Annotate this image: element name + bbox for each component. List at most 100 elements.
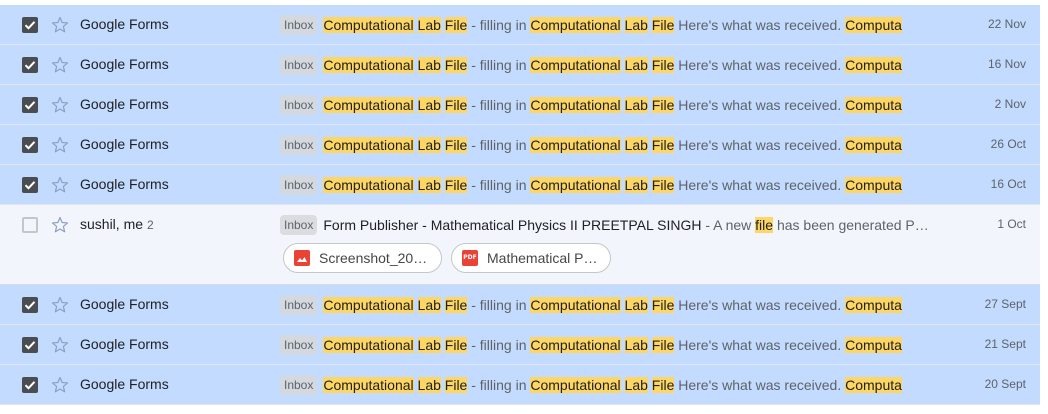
snippet-text: Here's what was received. (674, 297, 846, 313)
email-snippet: Computational Lab File Here's what was r… (530, 177, 902, 193)
checkbox-checked[interactable] (22, 57, 38, 73)
checkbox-checked[interactable] (22, 337, 38, 353)
email-preview: Inbox Computational Lab File - filling in… (280, 374, 940, 396)
inbox-label[interactable]: Inbox (280, 335, 318, 355)
star-icon[interactable] (51, 56, 69, 74)
inbox-label[interactable]: Inbox (280, 175, 318, 195)
search-highlight: File (444, 137, 468, 153)
email-date: 16 Nov (987, 57, 1026, 71)
email-row[interactable]: Google Forms Inbox Computational Lab File … (0, 165, 1040, 205)
sender-name: Google Forms (80, 136, 169, 152)
email-preview: Inbox Computational Lab File - filling in… (280, 134, 940, 156)
search-highlight: Computational (530, 377, 621, 393)
snippet-text: Here's what was received. (674, 337, 846, 353)
snippet-text: Here's what was received. (674, 177, 846, 193)
snippet-text: - filling in (467, 97, 531, 113)
email-row[interactable]: Google Forms Inbox Computational Lab File … (0, 125, 1040, 165)
sender-label: Google Forms (80, 16, 169, 32)
snippet-text: Here's what was received. (674, 97, 846, 113)
search-highlight: File (651, 17, 675, 33)
attachment-chip[interactable]: PDF Mathematical P… (451, 243, 611, 273)
snippet-text: Here's what was received. (674, 377, 846, 393)
email-list: Google Forms Inbox Computational Lab File … (0, 5, 1040, 405)
image-icon (294, 250, 310, 266)
star-icon[interactable] (51, 176, 69, 194)
sender-label: Google Forms (80, 376, 169, 392)
search-highlight: Computa (845, 57, 902, 73)
star-icon[interactable] (51, 16, 69, 34)
sender-label: Google Forms (80, 96, 169, 112)
email-row[interactable]: Google Forms Inbox Computational Lab File … (0, 45, 1040, 85)
inbox-label[interactable]: Inbox (280, 215, 318, 235)
star-icon[interactable] (51, 296, 69, 314)
inbox-label[interactable]: Inbox (280, 375, 318, 395)
search-highlight: Computa (845, 177, 902, 193)
checkbox-checked[interactable] (22, 17, 38, 33)
email-row[interactable]: Google Forms Inbox Computational Lab File … (0, 325, 1040, 365)
star-icon[interactable] (51, 336, 69, 354)
star-icon[interactable] (51, 376, 69, 394)
email-subject: Computational Lab File (323, 337, 468, 353)
search-highlight: Lab (417, 297, 441, 313)
search-highlight: Computational (530, 17, 621, 33)
search-highlight: Lab (624, 297, 648, 313)
email-subject: Computational Lab File (323, 297, 468, 313)
email-subject: Computational Lab File (323, 97, 468, 113)
email-preview: Inbox Computational Lab File - filling in… (280, 94, 940, 116)
email-subject: Computational Lab File (323, 377, 468, 393)
snippet-text: - filling in (467, 297, 531, 313)
search-highlight: File (651, 137, 675, 153)
email-row[interactable]: sushil, me 2 Inbox Form Publisher - Mathema… (0, 205, 1040, 285)
star-icon[interactable] (51, 136, 69, 154)
checkbox-checked[interactable] (22, 177, 38, 193)
star-icon[interactable] (51, 216, 69, 234)
inbox-label[interactable]: Inbox (280, 55, 318, 75)
search-highlight: Computa (845, 137, 902, 153)
snippet-text: Here's what was received. (674, 137, 846, 153)
search-highlight: File (444, 377, 468, 393)
checkbox-unchecked[interactable] (22, 217, 38, 233)
email-snippet: - A new file has been generated P… (701, 217, 929, 233)
email-subject: Computational Lab File (323, 177, 468, 193)
sender-name: Google Forms (80, 176, 169, 192)
email-row[interactable]: Google Forms Inbox Computational Lab File … (0, 365, 1040, 405)
search-highlight: Lab (417, 377, 441, 393)
search-highlight: File (651, 97, 675, 113)
checkbox-checked[interactable] (22, 377, 38, 393)
checkbox-checked[interactable] (22, 97, 38, 113)
checkbox-checked[interactable] (22, 297, 38, 313)
search-highlight: Lab (624, 137, 648, 153)
snippet-text: - filling in (467, 57, 531, 73)
inbox-label[interactable]: Inbox (280, 135, 318, 155)
email-snippet: Computational Lab File Here's what was r… (530, 57, 902, 73)
sender-name: sushil, me 2 (80, 216, 154, 232)
inbox-label[interactable]: Inbox (280, 95, 318, 115)
snippet-text: has been generated P… (773, 217, 929, 233)
search-highlight: Lab (624, 97, 648, 113)
sender-label: Google Forms (80, 296, 169, 312)
inbox-label[interactable]: Inbox (280, 295, 318, 315)
checkbox-checked[interactable] (22, 137, 38, 153)
search-highlight: Lab (624, 57, 648, 73)
inbox-label[interactable]: Inbox (280, 15, 318, 35)
email-date: 26 Oct (990, 137, 1026, 151)
attachment-name: Mathematical P… (487, 250, 598, 266)
search-highlight: Lab (624, 337, 648, 353)
thread-count: 2 (147, 218, 154, 232)
search-highlight: File (444, 297, 468, 313)
email-snippet: Computational Lab File Here's what was r… (530, 17, 902, 33)
search-highlight: Lab (417, 337, 441, 353)
search-highlight: File (651, 297, 675, 313)
star-icon[interactable] (51, 96, 69, 114)
search-highlight: file (755, 217, 774, 233)
sender-name: Google Forms (80, 96, 169, 112)
search-highlight: Computational (323, 377, 414, 393)
attachment-chip[interactable]: Screenshot_20… (283, 243, 442, 273)
email-row[interactable]: Google Forms Inbox Computational Lab File … (0, 85, 1040, 125)
email-row[interactable]: Google Forms Inbox Computational Lab File … (0, 285, 1040, 325)
email-row[interactable]: Google Forms Inbox Computational Lab File … (0, 5, 1040, 45)
email-snippet: Computational Lab File Here's what was r… (530, 297, 902, 313)
search-highlight: Computational (530, 297, 621, 313)
snippet-text: - filling in (467, 337, 531, 353)
search-highlight: File (651, 177, 675, 193)
